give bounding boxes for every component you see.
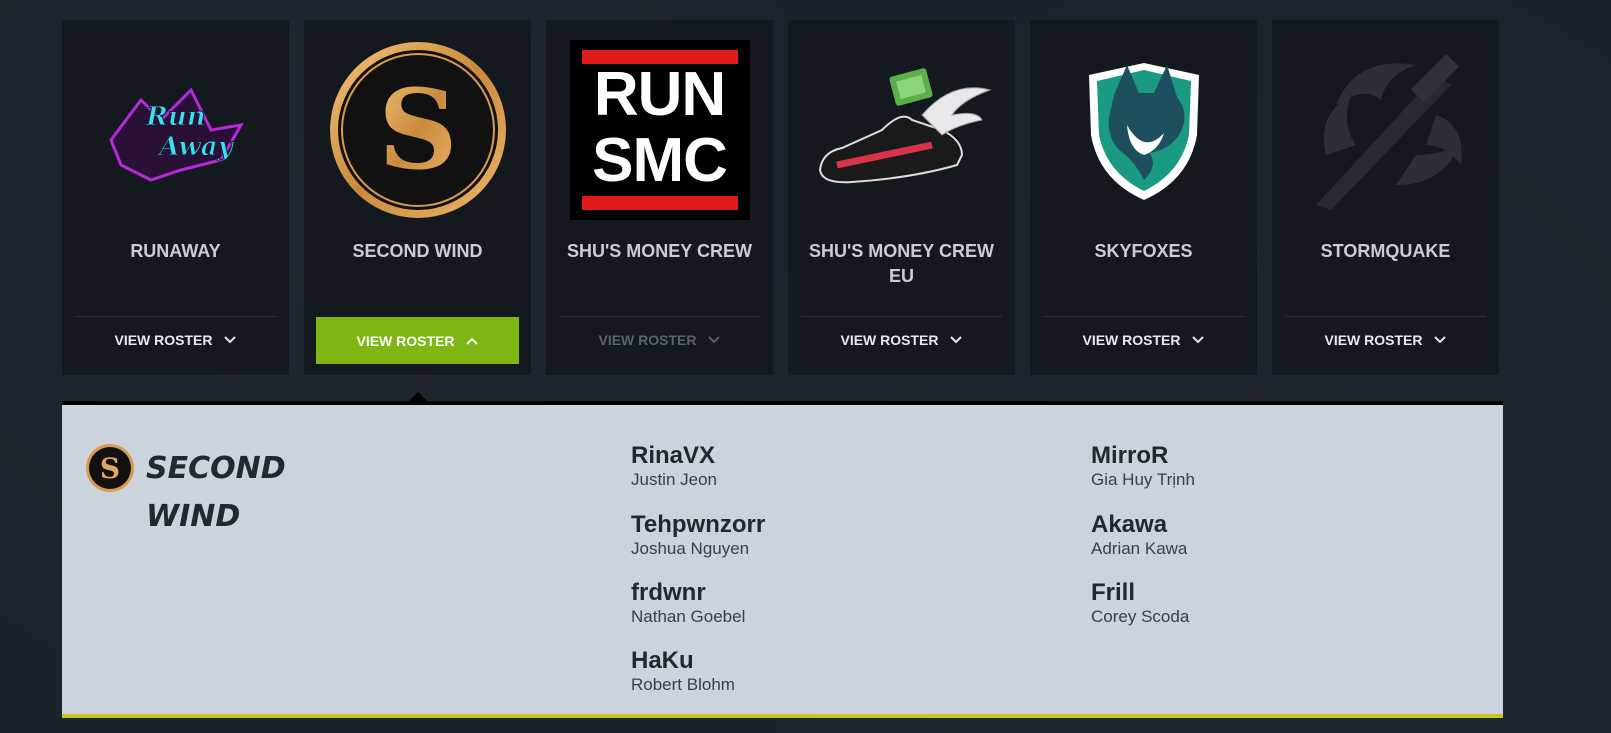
stormquake-logo bbox=[1293, 40, 1478, 220]
player-entry: Frill Corey Scoda bbox=[1091, 579, 1189, 627]
view-roster-button[interactable]: VIEW ROSTER bbox=[558, 317, 761, 363]
team-name: RUNAWAY bbox=[130, 241, 221, 261]
second-wind-logo-small: S bbox=[85, 443, 135, 493]
chevron-down-icon bbox=[1191, 336, 1204, 344]
second-wind-logo: S bbox=[325, 40, 510, 220]
logo-text-run: RUN bbox=[593, 60, 726, 129]
view-roster-label: VIEW ROSTER bbox=[1082, 332, 1181, 348]
player-real-name: Adrian Kawa bbox=[1091, 539, 1188, 558]
runaway-logo: Run Away bbox=[83, 40, 268, 220]
roster-team-title: SECOND WIND bbox=[146, 445, 286, 541]
view-roster-button[interactable]: VIEW ROSTER bbox=[74, 317, 277, 363]
player-entry: MirroR Gia Huy Trịnh bbox=[1091, 442, 1195, 490]
chevron-down-icon bbox=[223, 336, 236, 344]
view-roster-label: VIEW ROSTER bbox=[1324, 332, 1423, 348]
team-card-second-wind: S SECOND WIND VIEW ROSTER bbox=[304, 20, 531, 375]
teams-row: Run Away RUNAWAY VIEW ROSTER S SECOND WI… bbox=[62, 20, 1503, 375]
player-entry: Akawa Adrian Kawa bbox=[1091, 511, 1187, 559]
team-card-shus-money-crew: RUN SMC SHU'S MONEY CREW VIEW ROSTER bbox=[546, 20, 773, 375]
view-roster-label: VIEW ROSTER bbox=[598, 332, 697, 348]
team-card-skyfoxes: SKYFOXES VIEW ROSTER bbox=[1030, 20, 1257, 375]
player-gamertag: MirroR bbox=[1091, 442, 1169, 469]
player-real-name: Nathan Goebel bbox=[631, 607, 746, 626]
view-roster-label: VIEW ROSTER bbox=[114, 332, 213, 348]
team-name: SHU'S MONEY CREW EU bbox=[809, 241, 994, 286]
player-real-name: Corey Scoda bbox=[1091, 607, 1190, 626]
svg-text:Away: Away bbox=[156, 132, 234, 162]
team-card-shus-money-crew-eu: SHU'S MONEY CREW EU VIEW ROSTER bbox=[788, 20, 1015, 375]
logo-text-smc: SMC bbox=[592, 126, 728, 195]
chevron-down-icon bbox=[1433, 336, 1446, 344]
chevron-up-icon bbox=[465, 337, 478, 345]
svg-text:S: S bbox=[378, 65, 457, 194]
player-gamertag: HaKu bbox=[631, 647, 694, 674]
team-name: STORMQUAKE bbox=[1320, 241, 1451, 261]
player-entry: frdwnr Nathan Goebel bbox=[631, 579, 745, 627]
view-roster-button[interactable]: VIEW ROSTER bbox=[316, 317, 519, 364]
team-name: SECOND WIND bbox=[352, 241, 483, 261]
team-card-runaway: Run Away RUNAWAY VIEW ROSTER bbox=[62, 20, 289, 375]
svg-text:Run: Run bbox=[145, 102, 205, 132]
player-real-name: Joshua Nguyen bbox=[631, 539, 750, 558]
player-real-name: Robert Blohm bbox=[631, 675, 735, 694]
player-real-name: Justin Jeon bbox=[631, 470, 717, 489]
player-gamertag: Akawa bbox=[1091, 511, 1168, 538]
player-gamertag: frdwnr bbox=[631, 579, 706, 606]
svg-text:S: S bbox=[100, 452, 120, 485]
player-entry: HaKu Robert Blohm bbox=[631, 647, 735, 695]
team-card-stormquake: STORMQUAKE VIEW ROSTER bbox=[1272, 20, 1499, 375]
view-roster-label: VIEW ROSTER bbox=[356, 332, 455, 349]
roster-title-line2: WIND bbox=[146, 499, 241, 534]
chevron-down-icon bbox=[949, 336, 962, 344]
run-smc-logo: RUN SMC bbox=[567, 40, 752, 220]
player-gamertag: Frill bbox=[1091, 579, 1136, 606]
player-gamertag: Tehpwnzorr bbox=[631, 511, 766, 538]
view-roster-label: VIEW ROSTER bbox=[840, 332, 939, 348]
view-roster-button[interactable]: VIEW ROSTER bbox=[1042, 317, 1245, 363]
player-entry: RinaVX Justin Jeon bbox=[631, 442, 717, 490]
player-real-name: Gia Huy Trịnh bbox=[1091, 470, 1195, 489]
roster-title-line1: SECOND bbox=[146, 451, 286, 486]
roster-panel: S SECOND WIND RinaVX Justin Jeon MirroR … bbox=[62, 401, 1503, 718]
player-gamertag: RinaVX bbox=[631, 442, 716, 469]
winged-shoe-logo bbox=[809, 40, 994, 220]
player-entry: Tehpwnzorr Joshua Nguyen bbox=[631, 511, 765, 559]
team-name: SKYFOXES bbox=[1094, 241, 1193, 261]
view-roster-button[interactable]: VIEW ROSTER bbox=[800, 317, 1003, 363]
team-name: SHU'S MONEY CREW bbox=[567, 241, 752, 261]
chevron-down-icon bbox=[707, 336, 720, 344]
skyfox-logo bbox=[1051, 40, 1236, 220]
view-roster-button[interactable]: VIEW ROSTER bbox=[1284, 317, 1487, 363]
